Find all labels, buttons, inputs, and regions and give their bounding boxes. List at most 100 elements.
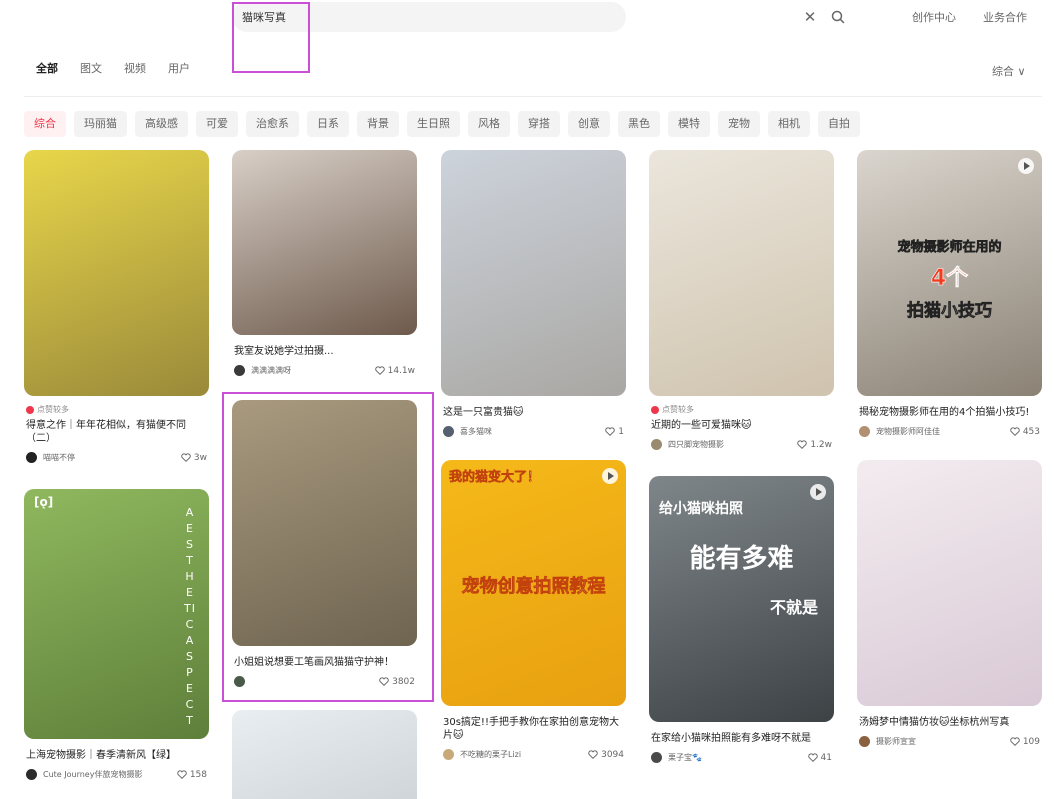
note-title[interactable]: 得意之作｜年年花相似，有猫便不同（二）	[24, 419, 209, 445]
chip-cute[interactable]: 可爱	[196, 111, 238, 137]
business-link[interactable]: 业务合作	[983, 9, 1027, 25]
note-cover[interactable]: 宠物摄影师在用的 4个 拍猫小技巧	[857, 150, 1042, 396]
note-card[interactable]: 点赞较多 得意之作｜年年花相似，有猫便不同（二） 喵喵不停 3w	[24, 150, 209, 463]
like-button[interactable]: 41	[807, 752, 832, 763]
note-cover[interactable]	[857, 460, 1042, 706]
heart-icon	[379, 677, 389, 686]
chip-style[interactable]: 风格	[468, 111, 510, 137]
note-title[interactable]: 在家给小猫咪拍照能有多难呀不就是	[649, 732, 834, 745]
avatar[interactable]	[651, 439, 662, 450]
heart-icon	[588, 750, 598, 759]
tab-all[interactable]: 全部	[36, 60, 58, 76]
note-card[interactable]: 汤姆梦中情猫仿妆🐱坐标杭州写真 摄影师宣宣 109	[857, 460, 1042, 747]
like-button[interactable]: 1.2w	[797, 440, 832, 450]
chip-creative[interactable]: 创意	[568, 111, 610, 137]
note-card[interactable]: 小姐姐说想要工笔画风猫猫守护神！ 3802	[232, 400, 417, 687]
chip-black[interactable]: 黑色	[618, 111, 660, 137]
avatar[interactable]	[651, 752, 662, 763]
like-count: 158	[189, 769, 207, 780]
note-title[interactable]: 上海宠物摄影｜春季清新风【绿】	[24, 749, 209, 762]
chip-selfie[interactable]: 自拍	[818, 111, 860, 137]
author-name[interactable]: 四只脚宠物摄影	[668, 439, 797, 450]
heart-icon	[1010, 737, 1020, 746]
creator-center-link[interactable]: 创作中心	[912, 9, 956, 25]
author-name[interactable]: 满满满满呀	[251, 365, 375, 376]
chip-healing[interactable]: 治愈系	[246, 111, 299, 137]
note-card[interactable]: 我室友说她学过拍摄... 满满满满呀 14.1w	[232, 150, 417, 376]
tab-image-text[interactable]: 图文	[80, 60, 102, 76]
like-button[interactable]: 3w	[181, 453, 207, 463]
like-button[interactable]: 109	[1010, 737, 1040, 747]
tab-video[interactable]: 视频	[124, 60, 146, 76]
note-cover[interactable]: [ǫ] AESTHETIC ASPECT	[24, 489, 209, 739]
note-card[interactable]: 这是一只富贵猫🐱 喜多猫咪 1	[441, 150, 626, 437]
note-cover[interactable]	[232, 400, 417, 646]
sort-dropdown[interactable]: 综合 ∨	[992, 63, 1026, 79]
note-card[interactable]: 宠物摄影师在用的 4个 拍猫小技巧 揭秘宠物摄影师在用的4个拍猫小技巧! 宠物摄…	[857, 150, 1042, 437]
author-name[interactable]: 喜多猫咪	[460, 426, 605, 437]
chip-model[interactable]: 模特	[668, 111, 710, 137]
cover-caption: 拍猫小技巧	[907, 301, 993, 322]
avatar[interactable]	[859, 736, 870, 747]
like-button[interactable]: 158	[177, 770, 207, 780]
avatar[interactable]	[234, 365, 245, 376]
chip-comprehensive[interactable]: 综合	[24, 111, 66, 137]
heart-icon	[807, 753, 818, 762]
cover-headline: 宠物摄影师在用的	[897, 240, 1002, 256]
author-name[interactable]: 栗子宝🐾	[668, 752, 808, 763]
chip-ragdoll[interactable]: 玛丽猫	[74, 111, 127, 137]
author-name[interactable]: 喵喵不停	[43, 452, 181, 463]
avatar[interactable]	[443, 749, 454, 760]
note-meta: 喵喵不停 3w	[24, 452, 209, 463]
chip-camera[interactable]: 相机	[768, 111, 810, 137]
note-card[interactable]: 我的猫变大了！ 宠物创意拍照教程 30s搞定!!手把手教你在家拍创意宠物大片🐱 …	[441, 460, 626, 760]
note-title[interactable]: 汤姆梦中情猫仿妆🐱坐标杭州写真	[857, 716, 1042, 729]
avatar[interactable]	[26, 452, 37, 463]
like-button[interactable]: 14.1w	[374, 366, 415, 376]
chip-premium[interactable]: 高级感	[135, 111, 188, 137]
avatar[interactable]	[859, 426, 870, 437]
note-card[interactable]	[232, 710, 417, 799]
note-cover[interactable]	[232, 150, 417, 335]
note-title[interactable]: 小姐姐说想要工笔画风猫猫守护神！	[232, 656, 417, 669]
note-card[interactable]: 点赞较多 近期的一些可爱猫咪🐱 四只脚宠物摄影 1.2w	[649, 150, 834, 450]
note-cover[interactable]: 我的猫变大了！ 宠物创意拍照教程	[441, 460, 626, 706]
like-button[interactable]: 453	[1010, 427, 1040, 437]
note-title[interactable]: 揭秘宠物摄影师在用的4个拍猫小技巧!	[857, 406, 1042, 419]
author-name[interactable]: 摄影师宣宣	[876, 736, 1010, 747]
search-input[interactable]	[242, 7, 552, 27]
chip-background[interactable]: 背景	[357, 111, 399, 137]
avatar[interactable]	[234, 676, 245, 687]
note-cover[interactable]	[24, 150, 209, 396]
divider	[24, 96, 1042, 97]
like-count: 41	[820, 752, 832, 763]
avatar[interactable]	[443, 426, 454, 437]
chip-birthday[interactable]: 生日照	[407, 111, 460, 137]
search-icon[interactable]	[830, 9, 846, 25]
chip-japanese[interactable]: 日系	[307, 111, 349, 137]
author-name[interactable]: Cute Journey伴旅宠物摄影	[43, 769, 177, 780]
chip-outfit[interactable]: 穿搭	[518, 111, 560, 137]
note-card[interactable]: [ǫ] AESTHETIC ASPECT 上海宠物摄影｜春季清新风【绿】 Cut…	[24, 489, 209, 780]
cover-subtitle: 4个	[930, 266, 969, 292]
note-title[interactable]: 这是一只富贵猫🐱	[441, 406, 626, 419]
note-cover[interactable]	[649, 150, 834, 396]
heart-icon	[177, 770, 187, 779]
like-button[interactable]: 3094	[588, 750, 624, 760]
chip-pet[interactable]: 宠物	[718, 111, 760, 137]
tab-user[interactable]: 用户	[168, 60, 190, 76]
like-button[interactable]: 1	[605, 427, 624, 437]
note-card[interactable]: 给小猫咪拍照 能有多难 不就是 在家给小猫咪拍照能有多难呀不就是 栗子宝🐾 41	[649, 476, 834, 763]
author-name[interactable]: 宠物摄影师阿佳佳	[876, 426, 1010, 437]
note-title[interactable]: 近期的一些可爱猫咪🐱	[649, 419, 834, 432]
note-title[interactable]: 我室友说她学过拍摄...	[232, 345, 417, 358]
note-cover[interactable]	[441, 150, 626, 396]
note-title[interactable]: 30s搞定!!手把手教你在家拍创意宠物大片🐱	[441, 716, 626, 742]
note-cover[interactable]: 给小猫咪拍照 能有多难 不就是	[649, 476, 834, 722]
clear-icon[interactable]: ✕	[802, 9, 818, 25]
like-button[interactable]: 3802	[379, 677, 415, 687]
author-name[interactable]: 不吃糖的栗子Lizi	[460, 749, 588, 760]
cover-side-text: AESTHETIC ASPECT	[184, 506, 196, 727]
note-cover[interactable]	[232, 710, 417, 799]
avatar[interactable]	[26, 769, 37, 780]
